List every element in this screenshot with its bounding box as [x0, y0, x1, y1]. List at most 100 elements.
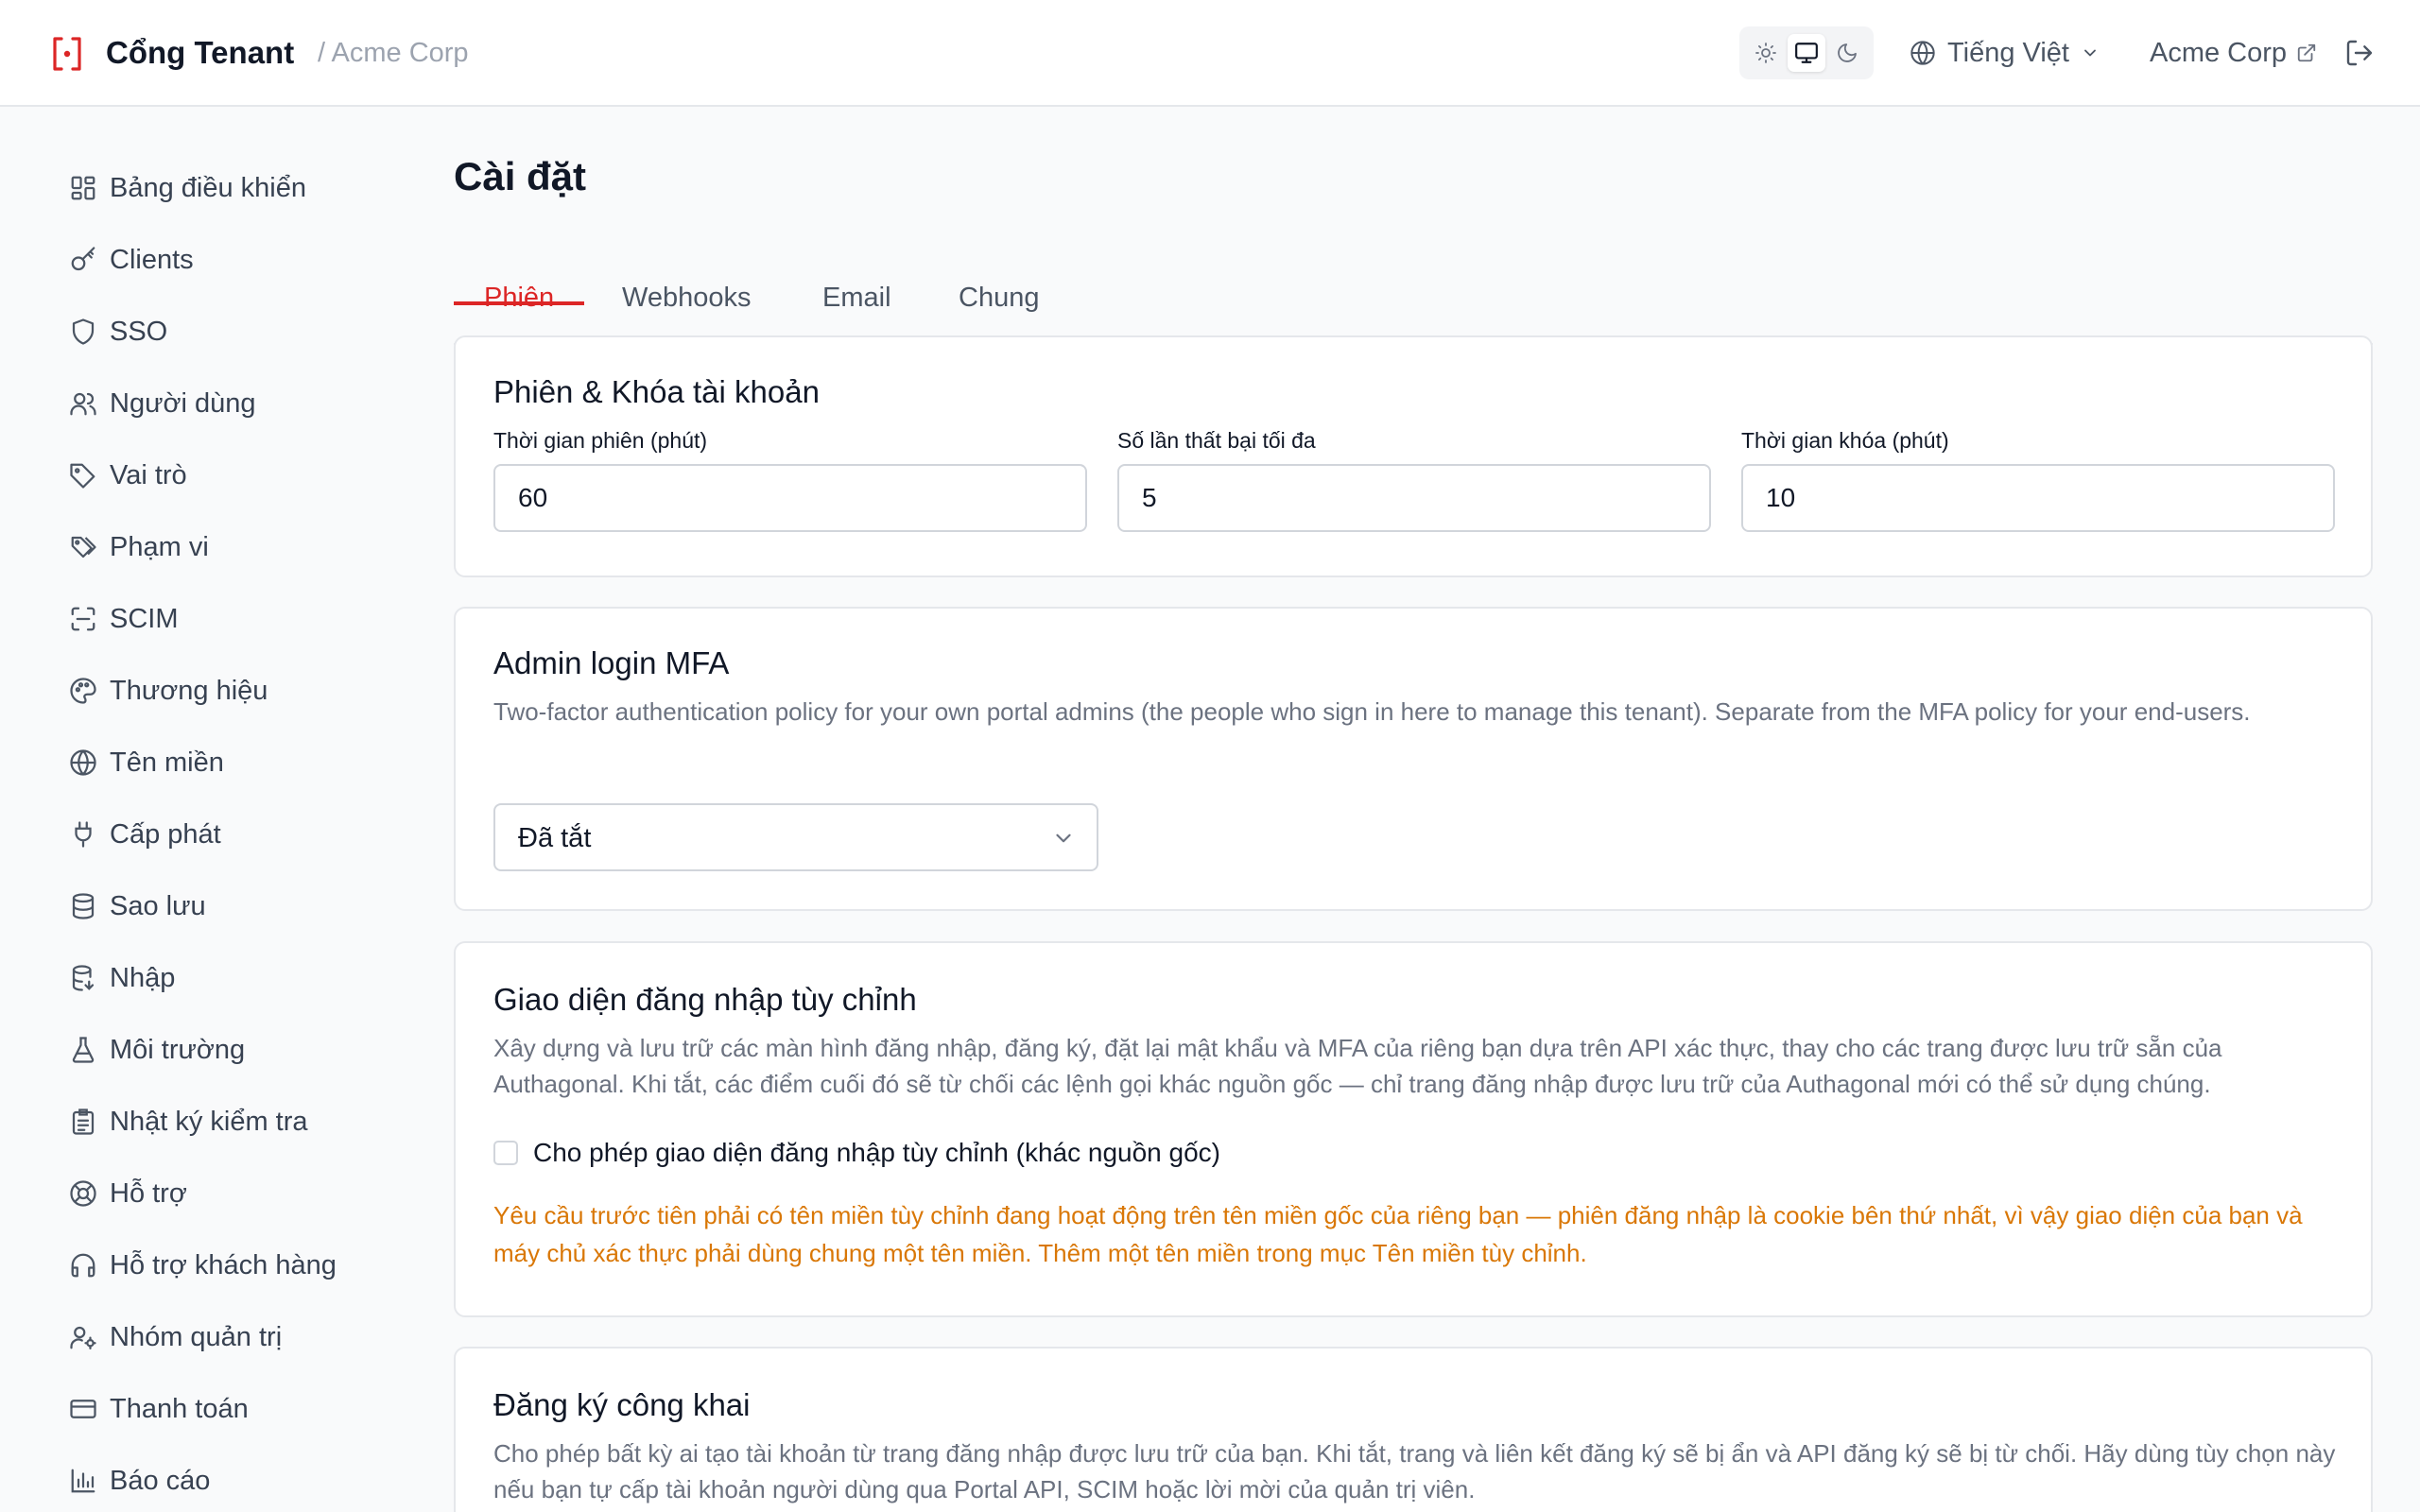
sidebar-item-label: SSO [110, 316, 168, 347]
shield-icon [66, 315, 100, 349]
org-link-label: Acme Corp [2150, 37, 2288, 68]
custom-login-checkbox-label: Cho phép giao diện đăng nhập tùy chỉnh (… [533, 1138, 1220, 1167]
sidebar-item-label: Người dùng [110, 387, 256, 419]
sidebar-item-label: Sao lưu [110, 890, 206, 921]
credit-card-icon [66, 1392, 100, 1426]
logout-button[interactable] [2341, 34, 2378, 72]
users-icon [66, 387, 100, 421]
palette-icon [66, 674, 100, 708]
session-card-title: Phiên & Khóa tài khoản [493, 374, 820, 409]
language-label: Tiếng Việt [1947, 37, 2069, 68]
sidebar-item-label: Nhật ký kiểm tra [110, 1106, 308, 1137]
sidebar-item-label: Hỗ trợ khách hàng [110, 1249, 337, 1280]
language-selector[interactable]: Tiếng Việt [1910, 32, 2100, 74]
sidebar-item-dashboard[interactable]: Bảng điều khiển [47, 162, 388, 215]
sidebar-item-label: Bảng điều khiển [110, 172, 306, 203]
sidebar-item-support[interactable]: Hỗ trợ [47, 1167, 388, 1220]
sidebar-item-label: Clients [110, 244, 194, 275]
chevron-down-icon [1056, 833, 1071, 843]
sidebar-item-provisioning[interactable]: Cấp phát [47, 808, 388, 861]
theme-switcher [1739, 26, 1874, 79]
sidebar-item-scopes[interactable]: Phạm vi [47, 521, 388, 574]
theme-system-button[interactable] [1788, 34, 1825, 72]
page-title: Cài đặt [454, 154, 587, 198]
max-failures-input[interactable] [1117, 464, 1711, 532]
tags-icon [66, 530, 100, 564]
monitor-icon [1795, 43, 1818, 63]
moon-icon [1838, 43, 1857, 62]
public-signup-title: Đăng ký công khai [493, 1387, 751, 1422]
tab-email[interactable]: Email [822, 250, 891, 345]
sidebar-item-import[interactable]: Nhập [47, 952, 388, 1005]
sidebar-item-label: Nhóm quản trị [110, 1321, 283, 1352]
admin-mfa-title: Admin login MFA [493, 645, 730, 680]
sidebar-item-roles[interactable]: Vai trò [47, 449, 388, 502]
custom-login-title: Giao diện đăng nhập tùy chỉnh [493, 982, 917, 1017]
custom-login-description: Xây dựng và lưu trữ các màn hình đăng nh… [493, 1034, 2222, 1098]
sidebar-item-label: Báo cáo [110, 1465, 211, 1496]
sidebar-item-admin-team[interactable]: Nhóm quản trị [47, 1311, 388, 1364]
max-failures-label: Số lần thất bại tối đa [1117, 428, 1316, 453]
lifebuoy-icon [66, 1177, 100, 1211]
sidebar-item-environments[interactable]: Môi trường [47, 1023, 388, 1076]
public-signup-card: Đăng ký công khai Cho phép bất kỳ ai tạo… [454, 1347, 2373, 1512]
sidebar-item-label: Hỗ trợ [110, 1177, 187, 1209]
sidebar-item-label: Cấp phát [110, 818, 221, 850]
sidebar-item-backup[interactable]: Sao lưu [47, 880, 388, 933]
sidebar-item-reports[interactable]: Báo cáo [47, 1454, 388, 1507]
app-name: Cổng Tenant [106, 35, 295, 70]
sidebar-item-label: Thương hiệu [110, 675, 268, 706]
sidebar-item-branding[interactable]: Thương hiệu [47, 664, 388, 717]
sidebar-item-label: Tên miền [110, 747, 224, 778]
tag-icon [66, 458, 100, 492]
user-cog-icon [66, 1320, 100, 1354]
lockout-duration-label: Thời gian khóa (phút) [1741, 428, 1949, 453]
session-lockout-card: Phiên & Khóa tài khoản Thời gian phiên (… [454, 335, 2373, 577]
tab-general[interactable]: Chung [959, 250, 1039, 345]
org-external-link[interactable]: Acme Corp [2150, 32, 2317, 74]
sidebar-item-label: Thanh toán [110, 1393, 249, 1424]
admin-mfa-card: Admin login MFA Two-factor authenticatio… [454, 607, 2373, 911]
sidebar-item-clients[interactable]: Clients [47, 233, 388, 286]
admin-mfa-select[interactable]: Đã tắt [493, 803, 1098, 871]
plug-icon [66, 817, 100, 851]
chevron-down-icon [2084, 49, 2096, 57]
sidebar-item-label: Nhập [110, 962, 176, 993]
theme-dark-button[interactable] [1828, 34, 1866, 72]
sidebar: Bảng điều khiển Clients SSO Người dùng V… [0, 109, 416, 1512]
sidebar-item-label: Môi trường [110, 1034, 246, 1065]
database-icon [66, 889, 100, 923]
top-bar: Cổng Tenant / Acme Corp Tiếng Việt Acme … [0, 0, 2420, 107]
scan-icon [66, 602, 100, 636]
admin-mfa-description: Two-factor authentication policy for you… [493, 697, 2251, 726]
custom-login-warning: Yêu cầu trước tiên phải có tên miền tùy … [493, 1201, 2303, 1267]
logout-icon [2346, 40, 2373, 66]
flask-icon [66, 1033, 100, 1067]
globe-icon [66, 746, 100, 780]
sidebar-item-label: Vai trò [110, 459, 187, 490]
sidebar-item-users[interactable]: Người dùng [47, 377, 388, 430]
bar-chart-icon [66, 1464, 100, 1498]
globe-icon [1910, 41, 1935, 65]
sidebar-item-audit-log[interactable]: Nhật ký kiểm tra [47, 1095, 388, 1148]
admin-mfa-select-value: Đã tắt [518, 823, 592, 853]
dashboard-icon [66, 171, 100, 205]
custom-login-card: Giao diện đăng nhập tùy chỉnh Xây dựng v… [454, 941, 2373, 1317]
lockout-duration-input[interactable] [1741, 464, 2335, 532]
tab-session[interactable]: Phiên [484, 250, 554, 345]
custom-login-checkbox-row[interactable]: Cho phép giao diện đăng nhập tùy chỉnh (… [493, 1138, 1220, 1168]
theme-light-button[interactable] [1747, 34, 1785, 72]
sidebar-item-customer-support[interactable]: Hỗ trợ khách hàng [47, 1239, 388, 1292]
sidebar-item-sso[interactable]: SSO [47, 305, 388, 358]
external-link-icon [2297, 43, 2316, 62]
brand-logo-icon [51, 36, 83, 72]
sidebar-item-domains[interactable]: Tên miền [47, 736, 388, 789]
database-import-icon [66, 961, 100, 995]
sidebar-item-scim[interactable]: SCIM [47, 593, 388, 645]
headphones-icon [66, 1248, 100, 1282]
session-duration-input[interactable] [493, 464, 1087, 532]
sun-icon [1755, 43, 1776, 63]
tab-webhooks[interactable]: Webhooks [622, 250, 752, 345]
custom-login-checkbox[interactable] [493, 1141, 518, 1165]
sidebar-item-billing[interactable]: Thanh toán [47, 1383, 388, 1435]
